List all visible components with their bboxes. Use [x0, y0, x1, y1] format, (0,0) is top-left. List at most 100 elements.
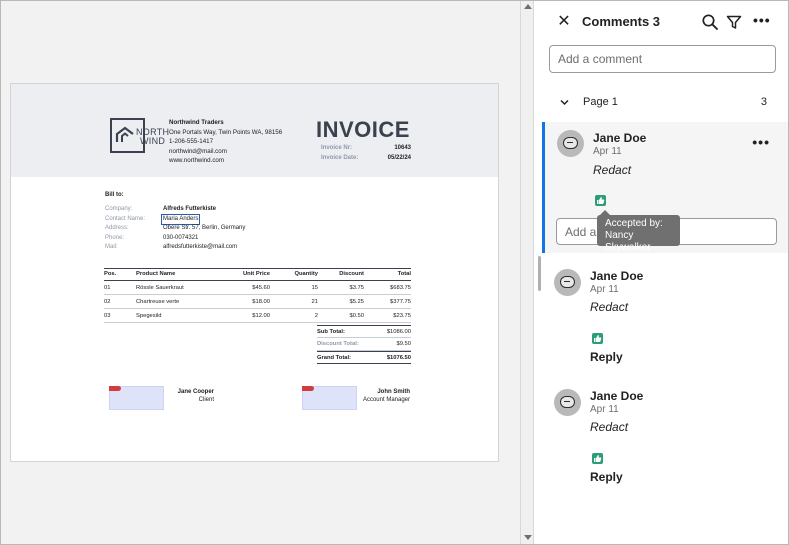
accepted-status-icon[interactable] — [592, 453, 603, 464]
tooltip-line-2: Nancy Skywalker — [605, 230, 651, 253]
page-group-label: Page 1 — [583, 96, 618, 108]
discount-row: Discount Total: $9.50 — [317, 338, 411, 351]
column-header: Product Name — [136, 268, 226, 281]
invoice-number-label: Invoice Nr: — [321, 145, 353, 151]
document-viewer[interactable]: NORTH WIND Northwind Traders One Portals… — [1, 1, 520, 544]
company-address: One Portals Way, Twin Points WA, 98156 — [169, 128, 283, 136]
accepted-by-tooltip: Accepted by: Nancy Skywalker — [597, 210, 680, 253]
company-name: Northwind Traders — [169, 119, 224, 126]
table-row: 01 Rössle Sauerkraut $45.60 15 $3.75 $68… — [104, 280, 411, 295]
table-row: 03 Spegesild $12.00 2 $0.50 $23.75 — [104, 308, 411, 323]
discount-label: Discount Total: — [317, 341, 359, 347]
bill-row-phone: Phone: 030-0074321 — [105, 234, 245, 244]
bill-value: alfredsfutterkiste@mail.com — [163, 244, 238, 251]
bill-row-mail: Mail: alfredsfutterkiste@mail.com — [105, 243, 245, 253]
bill-label: Company: — [105, 206, 133, 212]
bill-value: 030-0074321 — [163, 234, 199, 241]
invoice-date-label: Invoice Date: — [321, 154, 359, 161]
avatar — [557, 130, 584, 157]
signer-role: Account Manager — [362, 396, 410, 403]
bill-value: Alfreds Futterkiste — [163, 206, 217, 212]
bill-label: Contact Name: — [105, 215, 146, 222]
company-phone: 1-206-555-1417 — [169, 138, 214, 146]
cell: $377.75 — [364, 294, 411, 309]
comments-panel: ✕ Comments 3 ••• Page 1 3 Jane Doe Apr 1… — [534, 1, 788, 544]
cell: $0.50 — [318, 308, 364, 323]
reply-button[interactable]: Reply — [590, 350, 623, 364]
cell: $18.00 — [226, 294, 270, 309]
panel-scrollbar-thumb[interactable] — [538, 256, 541, 291]
chevron-down-icon[interactable] — [559, 97, 570, 108]
cell: Chartreuse verte — [136, 294, 226, 309]
cell: 21 — [270, 294, 318, 309]
comment-more-icon[interactable]: ••• — [752, 134, 770, 150]
signer-name: Jane Cooper — [177, 389, 214, 395]
subtotal-value: $1086.00 — [386, 328, 411, 335]
comment-date: Apr 11 — [590, 404, 619, 415]
logo-wordmark: NORTH WIND — [136, 128, 169, 146]
comment-date: Apr 11 — [590, 284, 619, 295]
signer-name: John Smith — [377, 389, 410, 395]
comment-text: Redact — [590, 300, 629, 314]
invoice-meta: Invoice Nr: 10643 Invoice Date: 05/22/24 — [321, 144, 411, 163]
bill-to-heading: Bill to: — [105, 192, 124, 198]
signature-marker-icon — [109, 386, 121, 391]
page-group-count: 3 — [760, 96, 767, 108]
bill-value: Obere Str. 57, Berlin, Germany — [163, 225, 246, 232]
signer-role: Client — [198, 396, 214, 403]
add-comment-input[interactable] — [549, 45, 776, 73]
table-row: 02 Chartreuse verte $18.00 21 $5.25 $377… — [104, 294, 411, 309]
column-header: Discount — [318, 268, 364, 281]
signature-field-manager[interactable] — [302, 386, 357, 410]
signature-field-client[interactable] — [109, 386, 164, 410]
scroll-up-arrow-icon[interactable] — [524, 4, 532, 9]
cell: $45.60 — [226, 280, 270, 295]
avatar — [554, 389, 581, 416]
grand-total-value: $1076.50 — [386, 354, 411, 361]
column-header: Total — [364, 268, 411, 281]
selected-text[interactable]: Maria Anders — [160, 213, 201, 226]
bill-label: Phone: — [105, 234, 125, 241]
cell: 03 — [104, 308, 136, 323]
company-email: northwind@mail.com — [169, 147, 227, 155]
viewer-scrollbar[interactable] — [520, 1, 534, 544]
cell: Rössle Sauerkraut — [136, 280, 226, 295]
cell: $23.75 — [364, 308, 411, 323]
comment-author: Jane Doe — [590, 269, 644, 283]
avatar — [554, 269, 581, 296]
comment-author: Jane Doe — [590, 389, 644, 403]
cell: 15 — [270, 280, 318, 295]
discount-value: $9.50 — [396, 341, 411, 347]
grand-total-label: Grand Total: — [317, 354, 352, 361]
signature-client: Jane Cooper Client — [161, 389, 214, 404]
cell: 01 — [104, 280, 136, 295]
pdf-page[interactable]: NORTH WIND Northwind Traders One Portals… — [10, 83, 499, 462]
accepted-status-icon[interactable] — [592, 333, 603, 344]
comment-author: Jane Doe — [593, 131, 647, 145]
totals-block: Sub Total: $1086.00 Discount Total: $9.5… — [317, 325, 411, 364]
grand-total-row: Grand Total: $1076.50 — [317, 351, 411, 364]
close-icon[interactable]: ✕ — [556, 14, 572, 30]
bill-label: Address: — [105, 225, 129, 232]
filter-icon[interactable] — [725, 13, 743, 31]
logo-line-2: WIND — [140, 136, 166, 146]
column-header: Quantity — [270, 268, 318, 281]
cell: $683.75 — [364, 280, 411, 295]
reply-button[interactable]: Reply — [590, 470, 623, 484]
signature-manager: John Smith Account Manager — [351, 389, 410, 404]
scroll-down-arrow-icon[interactable] — [524, 535, 532, 540]
comment-bubble-icon — [560, 276, 575, 288]
search-icon[interactable] — [701, 13, 719, 31]
accepted-status-icon[interactable] — [595, 195, 606, 206]
page-group-header[interactable]: Page 1 3 — [534, 91, 788, 115]
cell: $3.75 — [318, 280, 364, 295]
cell: $5.25 — [318, 294, 364, 309]
comment-card[interactable]: Jane Doe Apr 11 Redact Reply — [542, 257, 788, 377]
more-options-icon[interactable]: ••• — [753, 13, 771, 31]
comments-title: Comments 3 — [582, 14, 661, 29]
bill-to-fields: Company: Alfreds Futterkiste Contact Nam… — [105, 205, 245, 253]
bill-row-contact: Contact Name: Maria Anders — [105, 213, 245, 226]
comment-card[interactable]: Jane Doe Apr 11 Redact Reply — [542, 377, 788, 497]
cell: 02 — [104, 294, 136, 309]
comment-text: Redact — [590, 420, 629, 434]
